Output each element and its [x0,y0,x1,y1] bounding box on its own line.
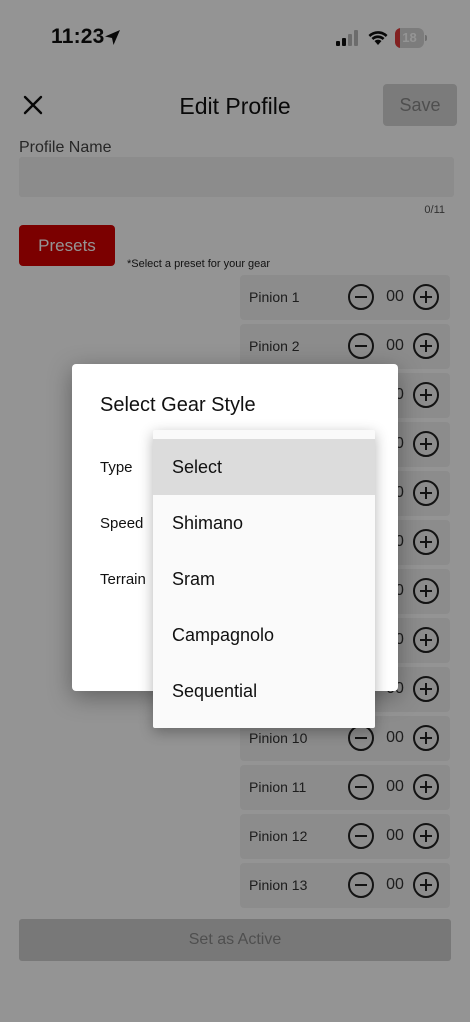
gear-type-dropdown[interactable]: Select Shimano Sram Campagnolo Sequentia… [153,430,375,728]
terrain-label: Terrain [100,571,146,588]
dropdown-option-sequential[interactable]: Sequential [153,663,375,719]
dropdown-option-select[interactable]: Select [153,439,375,495]
speed-label: Speed [100,515,144,532]
type-label: Type [100,459,133,476]
dialog-title: Select Gear Style [100,394,256,416]
dropdown-option-campagnolo[interactable]: Campagnolo [153,607,375,663]
dropdown-option-shimano[interactable]: Shimano [153,495,375,551]
dropdown-option-sram[interactable]: Sram [153,551,375,607]
